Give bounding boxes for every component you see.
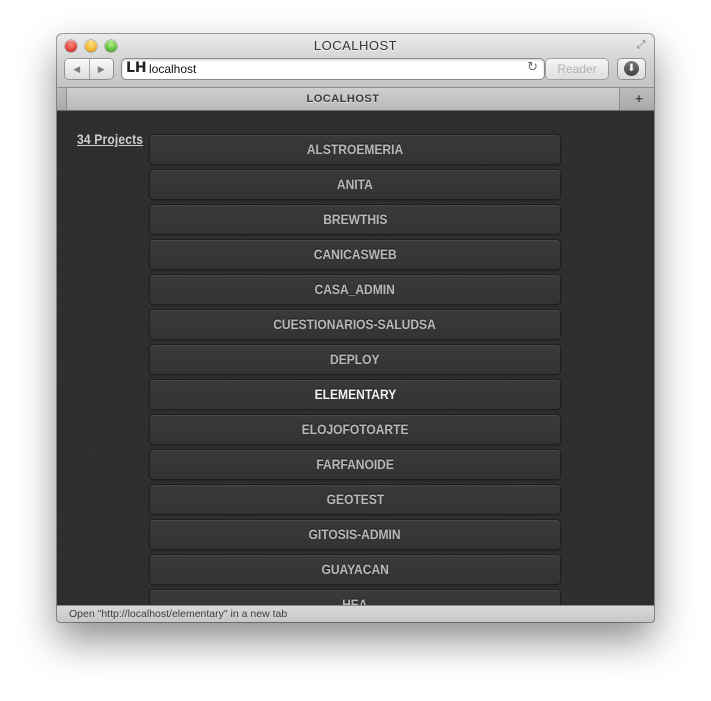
forward-arrow-icon: ▶ (97, 63, 105, 74)
project-item-highlighted[interactable]: ELEMENTARY (150, 380, 560, 409)
project-label: ALSTROEMERIA (306, 141, 404, 157)
project-item[interactable]: HEA (150, 590, 560, 605)
project-item[interactable]: BREWTHIS (150, 205, 560, 234)
project-label: GITOSIS-ADMIN (308, 526, 402, 542)
address-bar[interactable]: LH localhost ↻ (122, 59, 544, 79)
project-label: ANITA (337, 176, 373, 192)
project-label: GEOTEST (326, 491, 384, 507)
new-tab-button[interactable]: + (630, 90, 648, 108)
project-item[interactable]: GITOSIS-ADMIN (150, 520, 560, 549)
project-item[interactable]: CASA_ADMIN (150, 275, 560, 304)
project-item[interactable]: CUESTIONARIOS-SALUDSA (150, 310, 560, 339)
project-label: ELOJOFOTOARTE (301, 421, 409, 437)
browser-toolbar: LOCALHOST ⤢ ◀ ▶ LH localhost ↻ Reader ⬇ (57, 34, 654, 88)
download-icon: ⬇ (624, 61, 639, 76)
downloads-button[interactable]: ⬇ (618, 59, 645, 79)
navigation-buttons: ◀ ▶ (65, 59, 113, 79)
project-label: FARFANOIDE (316, 456, 394, 472)
browser-window: LOCALHOST ⤢ ◀ ▶ LH localhost ↻ Reader ⬇ … (57, 34, 654, 622)
tab-bar: LOCALHOST + (57, 88, 654, 111)
forward-button[interactable]: ▶ (88, 59, 114, 79)
back-arrow-icon: ◀ (73, 63, 81, 74)
project-label: HEA (342, 596, 368, 605)
fullscreen-icon[interactable]: ⤢ (634, 38, 648, 52)
project-label: CASA_ADMIN (314, 281, 396, 297)
project-label: BREWTHIS (322, 211, 388, 227)
project-item[interactable]: GUAYACAN (150, 555, 560, 584)
project-label: GUAYACAN (321, 561, 389, 577)
tab-localhost[interactable]: LOCALHOST (67, 88, 619, 110)
project-item[interactable]: DEPLOY (150, 345, 560, 374)
project-item[interactable]: ALSTROEMERIA (150, 135, 560, 164)
window-title: LOCALHOST (313, 38, 398, 53)
site-favicon-icon: LH (126, 60, 147, 76)
project-label: ELEMENTARY (314, 386, 396, 402)
url-text[interactable]: localhost (149, 62, 196, 76)
project-item[interactable]: CANICASWEB (150, 240, 560, 269)
project-item[interactable]: ANITA (150, 170, 560, 199)
project-label: DEPLOY (330, 351, 380, 367)
back-button[interactable]: ◀ (65, 59, 89, 79)
project-label: CUESTIONARIOS-SALUDSA (273, 316, 437, 332)
project-list: ALSTROEMERIA ANITA BREWTHIS CANICASWEB C… (150, 135, 560, 605)
reader-button[interactable]: Reader (546, 59, 608, 79)
project-count-link[interactable]: 34 Projects (77, 131, 143, 147)
project-item[interactable]: ELOJOFOTOARTE (150, 415, 560, 444)
status-bar: Open "http://localhost/elementary" in a … (57, 605, 654, 622)
project-label: CANICASWEB (313, 246, 397, 262)
project-item[interactable]: GEOTEST (150, 485, 560, 514)
page-content: 34 Projects ALSTROEMERIA ANITA BREWTHIS … (57, 111, 654, 605)
reload-icon[interactable]: ↻ (527, 60, 538, 75)
project-item[interactable]: FARFANOIDE (150, 450, 560, 479)
